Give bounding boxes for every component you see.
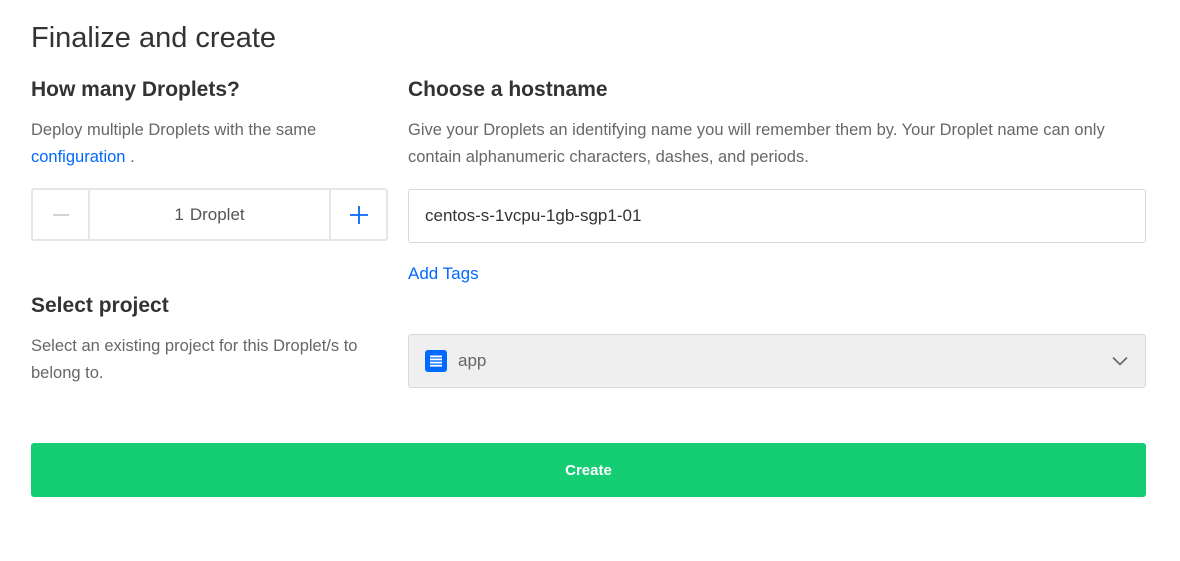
droplet-count-number: 1	[174, 204, 184, 224]
project-section-title: Select project	[31, 294, 169, 317]
configuration-link[interactable]: configuration	[31, 148, 125, 166]
increment-button[interactable]	[329, 190, 386, 239]
decrement-button[interactable]	[33, 190, 90, 239]
plus-icon	[349, 205, 368, 224]
droplets-section-title: How many Droplets?	[31, 78, 240, 101]
chevron-down-icon	[1111, 352, 1129, 370]
droplets-description-suffix: .	[125, 148, 135, 166]
droplet-count-unit: Droplet	[189, 204, 245, 224]
page-title: Finalize and create	[31, 22, 277, 54]
project-select[interactable]: app	[408, 334, 1146, 388]
droplet-count-value: 1 Droplet	[90, 190, 329, 239]
project-description: Select an existing project for this Drop…	[31, 337, 358, 382]
hostname-input[interactable]	[408, 189, 1146, 243]
hostname-section-title: Choose a hostname	[408, 78, 608, 101]
minus-icon	[52, 213, 69, 216]
project-selected-value: app	[458, 351, 487, 370]
project-icon	[425, 350, 447, 372]
hostname-description: Give your Droplets an identifying name y…	[408, 121, 1105, 166]
droplets-description: Deploy multiple Droplets with the same co…	[31, 117, 391, 171]
create-button[interactable]: Create	[31, 443, 1146, 497]
add-tags-link[interactable]: Add Tags	[408, 264, 479, 284]
droplets-description-text: Deploy multiple Droplets with the same	[31, 121, 317, 139]
droplet-count-stepper: 1 Droplet	[31, 188, 388, 241]
